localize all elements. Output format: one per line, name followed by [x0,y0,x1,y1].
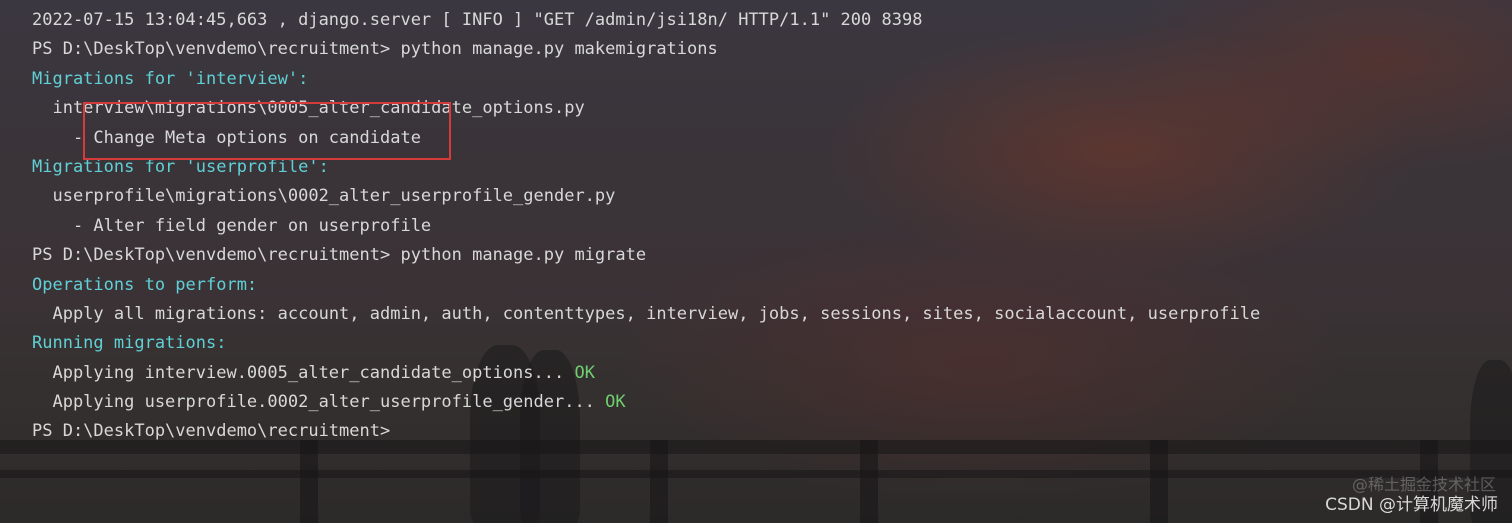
terminal-text: userprofile\migrations\0002_alter_userpr… [32,186,616,207]
section-heading-text: Operations to perform: [32,274,258,295]
background-railing-post [650,440,668,523]
background-railing [0,470,1512,478]
terminal-text: Apply all migrations: [32,303,278,324]
terminal-window[interactable]: 2022-07-15 13:04:45,663 , django.server … [0,0,1512,523]
terminal-line: PS D:\DeskTop\venvdemo\recruitment> pyth… [32,35,1512,64]
background-railing-post [1150,440,1168,523]
watermark: CSDN @计算机魔术师 [1325,495,1498,515]
status-ok-text: OK [605,392,626,413]
terminal-text: - Alter field gender on userprofile [32,215,432,236]
terminal-line: PS D:\DeskTop\venvdemo\recruitment> [32,417,1512,446]
terminal-text: Applying interview.0005_alter_candidate_… [32,362,575,383]
terminal-line: Applying interview.0005_alter_candidate_… [32,359,1512,388]
terminal-output[interactable]: 2022-07-15 13:04:45,663 , django.server … [32,6,1512,447]
terminal-line: Applying userprofile.0002_alter_userprof… [32,388,1512,417]
section-heading-text: Migrations for 'interview': [32,68,309,89]
terminal-line: userprofile\migrations\0002_alter_userpr… [32,182,1512,211]
highlight-annotation-box [83,102,451,160]
terminal-line: Apply all migrations: account, admin, au… [32,300,1512,329]
section-heading-text: Running migrations: [32,333,227,354]
status-ok-text: OK [574,362,595,383]
terminal-line: Operations to perform: [32,271,1512,300]
terminal-text: PS D:\DeskTop\venvdemo\recruitment> pyth… [32,245,647,266]
terminal-line: 2022-07-15 13:04:45,663 , django.server … [32,6,1512,35]
terminal-text: PS D:\DeskTop\venvdemo\recruitment> pyth… [32,39,718,60]
terminal-text: Applying userprofile.0002_alter_userprof… [32,392,606,413]
terminal-line: Migrations for 'interview': [32,65,1512,94]
terminal-text: 2022-07-15 13:04:45,663 , django.server … [32,10,923,30]
background-railing-post [300,440,318,523]
terminal-line: PS D:\DeskTop\venvdemo\recruitment> pyth… [32,241,1512,270]
terminal-text: PS D:\DeskTop\venvdemo\recruitment> [32,421,391,442]
terminal-text: account, admin, auth, contenttypes, inte… [277,303,1261,324]
background-railing-post [860,440,878,523]
terminal-line: - Alter field gender on userprofile [32,212,1512,241]
terminal-line: Running migrations: [32,329,1512,358]
